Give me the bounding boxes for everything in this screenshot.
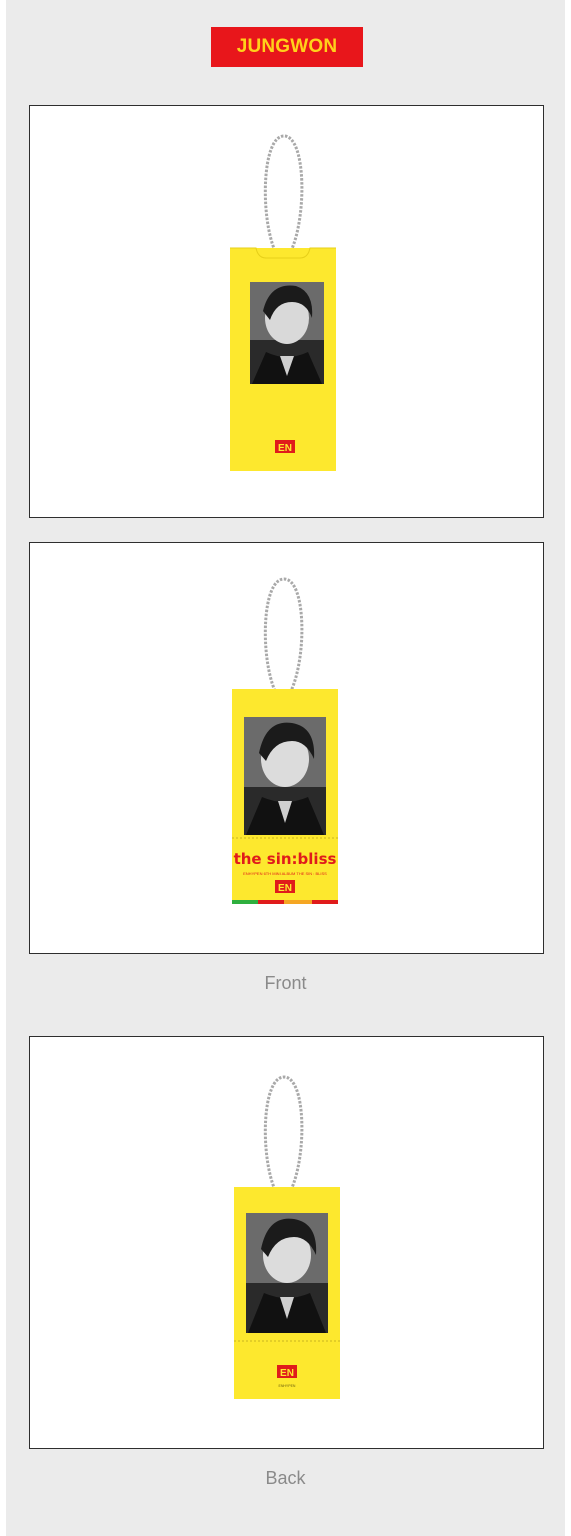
ball-chain-icon [263, 577, 304, 692]
member-name-badge: JUNGWON [211, 27, 363, 67]
caption-front: Front [264, 973, 307, 993]
en-logo-text: EN [278, 443, 292, 454]
album-title: the sin:bliss [234, 850, 337, 868]
product-image-panel-1: EN [29, 105, 544, 518]
product-image-panel-2: the sin:bliss ENHYPEN 6TH MINI ALBUM THE… [29, 542, 544, 954]
ball-chain-icon [263, 1075, 304, 1191]
caption-back: Back [265, 1468, 306, 1488]
photocard-holder-image-3: EN ENHYPEN [234, 1075, 340, 1399]
photocard-holder-image-1: EN [230, 134, 336, 471]
en-logo-text: EN [280, 1368, 294, 1379]
photocard-holder-image-2: the sin:bliss ENHYPEN 6TH MINI ALBUM THE… [232, 577, 338, 904]
back-brand-text: ENHYPEN [279, 1384, 296, 1388]
product-image-panel-3: EN ENHYPEN [29, 1036, 544, 1449]
member-name-label: JUNGWON [236, 36, 338, 57]
album-subtitle: ENHYPEN 6TH MINI ALBUM THE SIN : BLISS [243, 871, 327, 876]
color-stripe [232, 900, 258, 904]
ball-chain-icon [263, 134, 304, 252]
en-logo-text: EN [278, 883, 292, 894]
